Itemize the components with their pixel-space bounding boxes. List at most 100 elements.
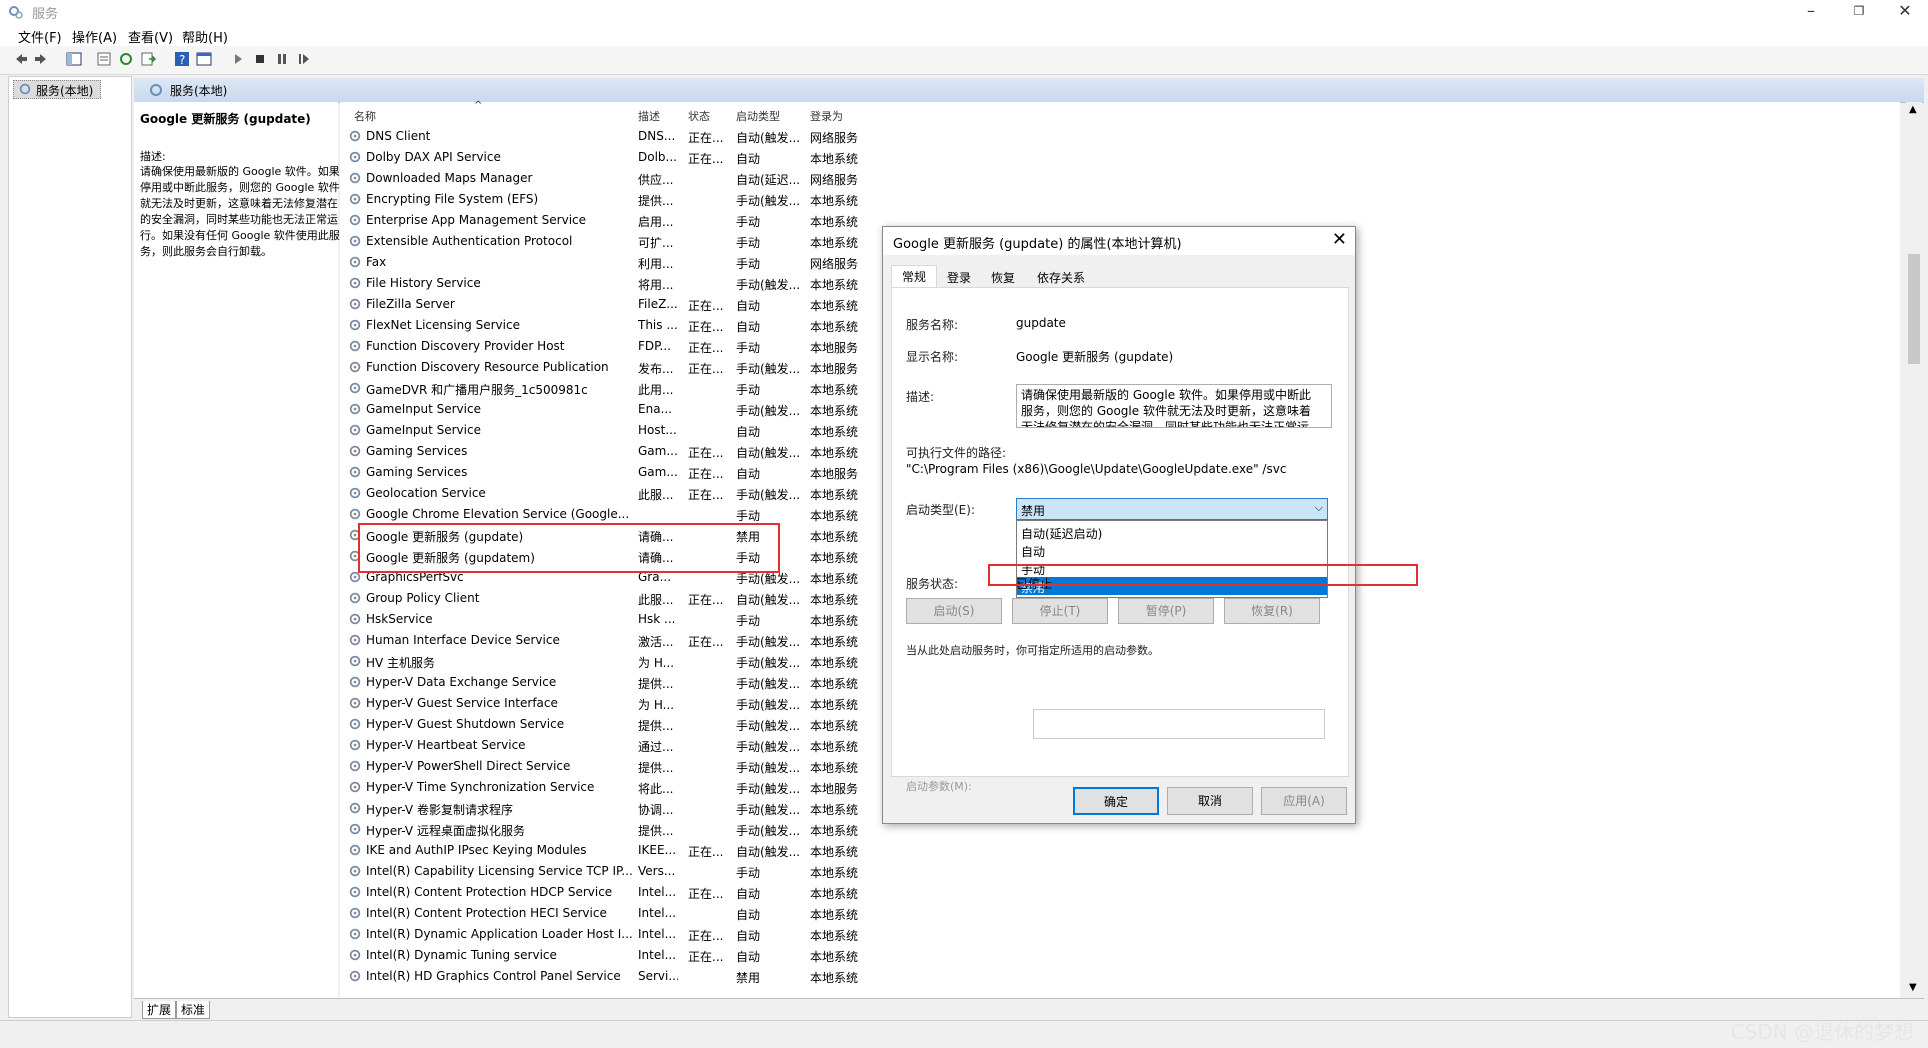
table-row[interactable]: Google Chrome Elevation Service (Google.… <box>344 504 864 525</box>
table-row[interactable]: Intel(R) HD Graphics Control Panel Servi… <box>344 966 864 987</box>
service-gear-icon <box>349 424 361 436</box>
table-row[interactable]: Gaming Services Gam... 正在... 自动 本地服务 <box>344 462 864 483</box>
cell-log-on-as: 本地系统 <box>810 383 859 397</box>
startup-type-select[interactable]: 禁用 ⌵ <box>1016 498 1328 520</box>
option-auto[interactable]: 自动 <box>1017 541 1327 559</box>
tab-dependencies[interactable]: 依存关系 <box>1027 267 1095 289</box>
table-row[interactable]: Human Interface Device Service 激活... 正在...… <box>344 630 864 651</box>
dialog-close-button[interactable]: ✕ <box>1332 229 1347 250</box>
scroll-up-icon[interactable]: ▲ <box>1909 104 1917 115</box>
column-header-description[interactable]: 描述 <box>638 108 660 124</box>
menu-file[interactable]: 文件(F) <box>18 27 62 46</box>
pause-button[interactable]: 暂停(P) <box>1118 598 1214 624</box>
table-row[interactable]: FileZilla Server FileZ... 正在... 自动 本地系统 <box>344 294 864 315</box>
table-row[interactable]: FlexNet Licensing Service This ... 正在... 自动… <box>344 315 864 336</box>
table-row[interactable]: Enterprise App Management Service 启用... 手动… <box>344 210 864 231</box>
table-row[interactable]: Extensible Authentication Protocol 可扩... 手… <box>344 231 864 252</box>
column-header-startup-type[interactable]: 启动类型 <box>736 108 780 124</box>
menu-action[interactable]: 操作(A) <box>72 27 117 46</box>
cell-description: Servi... <box>638 969 678 983</box>
back-arrow-icon[interactable] <box>12 51 28 67</box>
cell-startup-type: 手动 <box>736 215 761 229</box>
cancel-button[interactable]: 取消 <box>1167 787 1253 815</box>
table-row[interactable]: Geolocation Service 此服... 正在... 手动(触发... 本地系… <box>344 483 864 504</box>
table-row[interactable]: Hyper-V Data Exchange Service 提供... 手动(触发.… <box>344 672 864 693</box>
service-gear-icon <box>349 130 361 142</box>
table-row[interactable]: GameInput Service Host... 自动 本地系统 <box>344 420 864 441</box>
minimize-button[interactable]: – <box>1788 0 1834 24</box>
table-row[interactable]: Hyper-V PowerShell Direct Service 提供... 手动… <box>344 756 864 777</box>
stop-button[interactable]: 停止(T) <box>1012 598 1108 624</box>
scroll-thumb[interactable] <box>1908 254 1920 364</box>
table-row[interactable]: Intel(R) Capability Licensing Service TC… <box>344 861 864 882</box>
start-params-input[interactable] <box>1033 709 1325 739</box>
cell-description: 为 H... <box>638 656 675 670</box>
table-row[interactable]: Hyper-V Guest Service Interface 为 H... 手动(… <box>344 693 864 714</box>
cell-status: 正在... <box>688 446 724 460</box>
column-header-status[interactable]: 状态 <box>688 108 710 124</box>
start-service-icon[interactable] <box>230 51 246 67</box>
tab-extended[interactable]: 扩展 <box>142 1001 177 1019</box>
column-header-name[interactable]: 名称 <box>354 108 376 124</box>
forward-arrow-icon[interactable] <box>34 51 50 67</box>
console-icon[interactable] <box>196 51 212 67</box>
refresh-icon[interactable] <box>118 51 134 67</box>
tab-recovery[interactable]: 恢复 <box>981 267 1025 289</box>
table-row[interactable]: HskService Hsk ... 手动 本地系统 <box>344 609 864 630</box>
table-row[interactable]: Hyper-V 远程桌面虚拟化服务 提供... 手动(触发... 本地系统 <box>344 819 864 840</box>
apply-button[interactable]: 应用(A) <box>1261 787 1347 815</box>
stop-service-icon[interactable] <box>252 51 268 67</box>
tab-standard[interactable]: 标准 <box>176 1001 211 1019</box>
tab-logon[interactable]: 登录 <box>937 267 981 289</box>
restart-service-icon[interactable] <box>296 51 312 67</box>
table-row[interactable]: DNS Client DNS... 正在... 自动(触发... 网络服务 <box>344 126 864 147</box>
cell-description: 可扩... <box>638 236 674 250</box>
table-row[interactable]: Intel(R) Content Protection HDCP Service… <box>344 882 864 903</box>
table-row[interactable]: Intel(R) Content Protection HECI Service… <box>344 903 864 924</box>
ok-button[interactable]: 确定 <box>1073 787 1159 815</box>
table-row[interactable]: Intel(R) Dynamic Application Loader Host… <box>344 924 864 945</box>
resume-button[interactable]: 恢复(R) <box>1224 598 1320 624</box>
table-row[interactable]: HV 主机服务 为 H... 手动(触发... 本地系统 <box>344 651 864 672</box>
highlight-box-disabled-option <box>988 564 1418 586</box>
menu-view[interactable]: 查看(V) <box>128 27 173 46</box>
table-row[interactable]: Downloaded Maps Manager 供应... 自动(延迟... 网络服务 <box>344 168 864 189</box>
table-row[interactable]: Hyper-V Time Synchronization Service 将此..… <box>344 777 864 798</box>
table-row[interactable]: GameDVR 和广播用户服务_1c500981c 此用... 手动 本地系统 <box>344 378 864 399</box>
table-row[interactable]: Function Discovery Resource Publication 发… <box>344 357 864 378</box>
table-row[interactable]: Function Discovery Provider Host FDP... 正在… <box>344 336 864 357</box>
help-icon[interactable]: ? <box>174 51 190 67</box>
table-row[interactable]: Gaming Services Gam... 正在... 自动(触发... 本地系统 <box>344 441 864 462</box>
tree-node-services-local[interactable]: 服务(本地) <box>13 80 101 99</box>
start-button[interactable]: 启动(S) <box>906 598 1002 624</box>
export-icon[interactable] <box>140 51 156 67</box>
restore-button[interactable]: ❐ <box>1836 0 1882 24</box>
cell-description: 将用... <box>638 278 674 292</box>
table-row[interactable]: Encrypting File System (EFS) 提供... 手动(触发..… <box>344 189 864 210</box>
console-tree-icon[interactable] <box>66 51 82 67</box>
option-auto-delayed[interactable]: 自动(延迟启动) <box>1017 523 1327 541</box>
menu-help[interactable]: 帮助(H) <box>182 27 228 46</box>
table-row[interactable]: Dolby DAX API Service Dolb... 正在... 自动 本地系统 <box>344 147 864 168</box>
scroll-down-icon[interactable]: ▼ <box>1909 982 1917 993</box>
table-row[interactable]: IKE and AuthIP IPsec Keying Modules IKEE.… <box>344 840 864 861</box>
cell-startup-type: 自动 <box>736 950 761 964</box>
vertical-scrollbar[interactable]: ▲ ▼ <box>1906 102 1922 998</box>
close-window-button[interactable]: ✕ <box>1882 0 1928 24</box>
cell-name: Group Policy Client <box>366 591 480 605</box>
table-row[interactable]: Hyper-V 卷影复制请求程序 协调... 手动(触发... 本地系统 <box>344 798 864 819</box>
pause-service-icon[interactable] <box>274 51 290 67</box>
description-box[interactable]: 请确保使用最新版的 Google 软件。如果停用或中断此服务，则您的 Googl… <box>1016 384 1332 428</box>
table-row[interactable]: Hyper-V Guest Shutdown Service 提供... 手动(触发… <box>344 714 864 735</box>
table-row[interactable]: File History Service 将用... 手动(触发... 本地系统 <box>344 273 864 294</box>
table-row[interactable]: GameInput Service Ena... 手动(触发... 本地系统 <box>344 399 864 420</box>
service-gear-icon <box>349 445 361 457</box>
table-row[interactable]: Hyper-V Heartbeat Service 通过... 手动(触发... 本地… <box>344 735 864 756</box>
column-header-log-on-as[interactable]: 登录为 <box>810 108 843 124</box>
service-gear-icon <box>349 907 361 919</box>
table-row[interactable]: Fax 利用... 手动 网络服务 <box>344 252 864 273</box>
service-gear-icon <box>349 865 361 877</box>
properties-icon[interactable] <box>96 51 112 67</box>
table-row[interactable]: Group Policy Client 此服... 正在... 自动(触发... 本地系… <box>344 588 864 609</box>
table-row[interactable]: Intel(R) Dynamic Tuning service Intel... 正… <box>344 945 864 966</box>
